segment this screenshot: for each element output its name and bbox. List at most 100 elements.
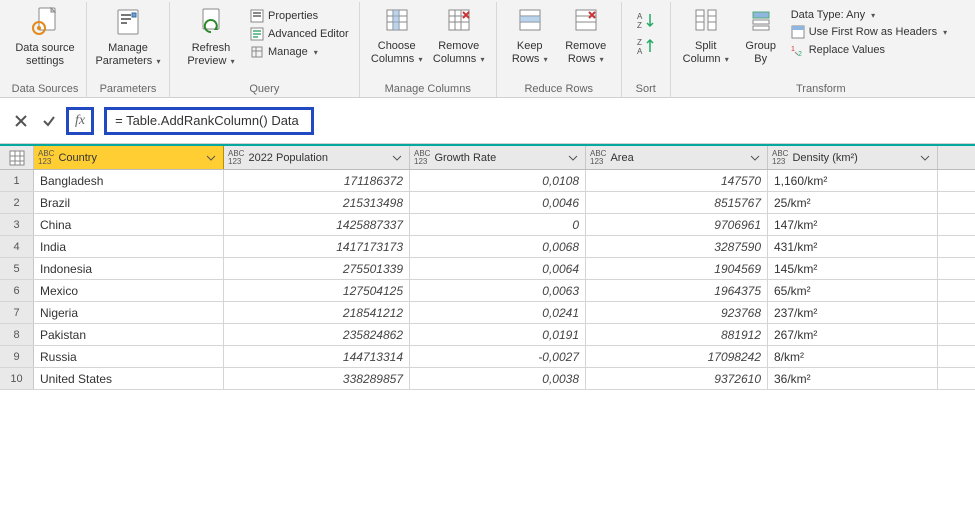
remove-columns-button[interactable]: Remove Columns ▾ bbox=[428, 2, 490, 69]
cell-population[interactable]: 1425887337 bbox=[224, 214, 410, 235]
cell-growth[interactable]: -0,0027 bbox=[410, 346, 586, 367]
cell-density[interactable]: 147/km² bbox=[768, 214, 938, 235]
table-row[interactable]: 4India14171731730,00683287590431/km² bbox=[0, 236, 975, 258]
cell-density[interactable]: 25/km² bbox=[768, 192, 938, 213]
cell-growth[interactable]: 0,0241 bbox=[410, 302, 586, 323]
refresh-preview-label: Refresh Preview bbox=[187, 42, 230, 67]
type-any-icon: ABC 123 bbox=[590, 150, 606, 164]
ribbon: Data source settings Data Sources Manage… bbox=[0, 0, 975, 98]
cell-density[interactable]: 431/km² bbox=[768, 236, 938, 257]
cell-country[interactable]: Russia bbox=[34, 346, 224, 367]
cell-population[interactable]: 171186372 bbox=[224, 170, 410, 191]
data-source-icon bbox=[31, 6, 59, 38]
cell-population[interactable]: 127504125 bbox=[224, 280, 410, 301]
cell-country[interactable]: Nigeria bbox=[34, 302, 224, 323]
cell-population[interactable]: 218541212 bbox=[224, 302, 410, 323]
cell-area[interactable]: 147570 bbox=[586, 170, 768, 191]
replace-values-button[interactable]: 12 Replace Values bbox=[787, 42, 951, 58]
column-header-growth[interactable]: ABC 123 Growth Rate bbox=[410, 146, 586, 169]
cell-country[interactable]: India bbox=[34, 236, 224, 257]
cell-growth[interactable]: 0,0046 bbox=[410, 192, 586, 213]
filter-button[interactable] bbox=[203, 150, 219, 166]
cell-area[interactable]: 9372610 bbox=[586, 368, 768, 389]
data-type-button[interactable]: Data Type: Any▾ bbox=[787, 8, 951, 22]
cell-density[interactable]: 1,160/km² bbox=[768, 170, 938, 191]
fx-button[interactable]: fx bbox=[66, 107, 94, 135]
cell-density[interactable]: 237/km² bbox=[768, 302, 938, 323]
cell-country[interactable]: Bangladesh bbox=[34, 170, 224, 191]
cell-area[interactable]: 881912 bbox=[586, 324, 768, 345]
chevron-down-icon bbox=[206, 153, 216, 163]
cell-growth[interactable]: 0,0064 bbox=[410, 258, 586, 279]
cell-country[interactable]: Pakistan bbox=[34, 324, 224, 345]
advanced-editor-button[interactable]: Advanced Editor bbox=[246, 26, 353, 42]
cell-area[interactable]: 17098242 bbox=[586, 346, 768, 367]
data-source-settings-button[interactable]: Data source settings bbox=[10, 2, 80, 71]
cell-population[interactable]: 144713314 bbox=[224, 346, 410, 367]
cell-growth[interactable]: 0,0063 bbox=[410, 280, 586, 301]
keep-rows-button[interactable]: Keep Rows ▾ bbox=[503, 2, 557, 69]
split-column-button[interactable]: Split Column ▾ bbox=[677, 2, 735, 69]
cell-population[interactable]: 1417173173 bbox=[224, 236, 410, 257]
first-row-headers-button[interactable]: Use First Row as Headers▾ bbox=[787, 24, 951, 40]
column-header-area[interactable]: ABC 123 Area bbox=[586, 146, 768, 169]
ribbon-group-data-sources: Data source settings Data Sources bbox=[4, 2, 87, 97]
cell-density[interactable]: 36/km² bbox=[768, 368, 938, 389]
cell-area[interactable]: 3287590 bbox=[586, 236, 768, 257]
cell-population[interactable]: 275501339 bbox=[224, 258, 410, 279]
sort-descending-button[interactable]: ZA bbox=[634, 34, 658, 58]
cell-growth[interactable]: 0,0068 bbox=[410, 236, 586, 257]
refresh-preview-button[interactable]: Refresh Preview ▾ bbox=[176, 2, 246, 71]
table-row[interactable]: 5Indonesia2755013390,00641904569145/km² bbox=[0, 258, 975, 280]
cancel-formula-button[interactable] bbox=[10, 110, 32, 132]
filter-button[interactable] bbox=[747, 150, 763, 166]
cell-area[interactable]: 923768 bbox=[586, 302, 768, 323]
table-row[interactable]: 3China142588733709706961147/km² bbox=[0, 214, 975, 236]
confirm-formula-button[interactable] bbox=[38, 110, 60, 132]
group-by-label: Group By bbox=[745, 40, 776, 65]
column-header-density[interactable]: ABC 123 Density (km²) bbox=[768, 146, 938, 169]
manage-button[interactable]: Manage▾ bbox=[246, 44, 353, 60]
group-by-button[interactable]: Group By bbox=[735, 2, 787, 69]
choose-columns-button[interactable]: Choose Columns ▾ bbox=[366, 2, 428, 69]
manage-parameters-button[interactable]: Manage Parameters ▾ bbox=[93, 2, 163, 71]
cell-density[interactable]: 145/km² bbox=[768, 258, 938, 279]
cell-area[interactable]: 1904569 bbox=[586, 258, 768, 279]
filter-button[interactable] bbox=[389, 150, 405, 166]
filter-button[interactable] bbox=[565, 150, 581, 166]
table-row[interactable]: 7Nigeria2185412120,0241923768237/km² bbox=[0, 302, 975, 324]
cell-country[interactable]: China bbox=[34, 214, 224, 235]
cell-growth[interactable]: 0,0038 bbox=[410, 368, 586, 389]
cell-growth[interactable]: 0 bbox=[410, 214, 586, 235]
sort-ascending-button[interactable]: AZ bbox=[634, 8, 658, 32]
cell-population[interactable]: 235824862 bbox=[224, 324, 410, 345]
remove-rows-button[interactable]: Remove Rows ▾ bbox=[557, 2, 615, 69]
select-all-corner[interactable] bbox=[0, 146, 34, 169]
formula-input[interactable]: = Table.AddRankColumn() Data bbox=[104, 107, 314, 135]
table-row[interactable]: 6Mexico1275041250,0063196437565/km² bbox=[0, 280, 975, 302]
cell-area[interactable]: 1964375 bbox=[586, 280, 768, 301]
table-row[interactable]: 1Bangladesh1711863720,01081475701,160/km… bbox=[0, 170, 975, 192]
cell-growth[interactable]: 0,0191 bbox=[410, 324, 586, 345]
column-header-country[interactable]: ABC 123 Country bbox=[34, 146, 224, 169]
cell-country[interactable]: United States bbox=[34, 368, 224, 389]
properties-button[interactable]: Properties bbox=[246, 8, 353, 24]
cell-density[interactable]: 8/km² bbox=[768, 346, 938, 367]
table-row[interactable]: 9Russia144713314-0,0027170982428/km² bbox=[0, 346, 975, 368]
svg-text:Z: Z bbox=[637, 21, 642, 30]
table-row[interactable]: 2Brazil2153134980,0046851576725/km² bbox=[0, 192, 975, 214]
cell-density[interactable]: 65/km² bbox=[768, 280, 938, 301]
cell-country[interactable]: Brazil bbox=[34, 192, 224, 213]
table-row[interactable]: 10United States3382898570,0038937261036/… bbox=[0, 368, 975, 390]
cell-density[interactable]: 267/km² bbox=[768, 324, 938, 345]
filter-button[interactable] bbox=[917, 150, 933, 166]
column-header-population[interactable]: ABC 123 2022 Population bbox=[224, 146, 410, 169]
cell-country[interactable]: Indonesia bbox=[34, 258, 224, 279]
table-row[interactable]: 8Pakistan2358248620,0191881912267/km² bbox=[0, 324, 975, 346]
cell-area[interactable]: 9706961 bbox=[586, 214, 768, 235]
cell-growth[interactable]: 0,0108 bbox=[410, 170, 586, 191]
cell-population[interactable]: 215313498 bbox=[224, 192, 410, 213]
cell-population[interactable]: 338289857 bbox=[224, 368, 410, 389]
cell-country[interactable]: Mexico bbox=[34, 280, 224, 301]
cell-area[interactable]: 8515767 bbox=[586, 192, 768, 213]
